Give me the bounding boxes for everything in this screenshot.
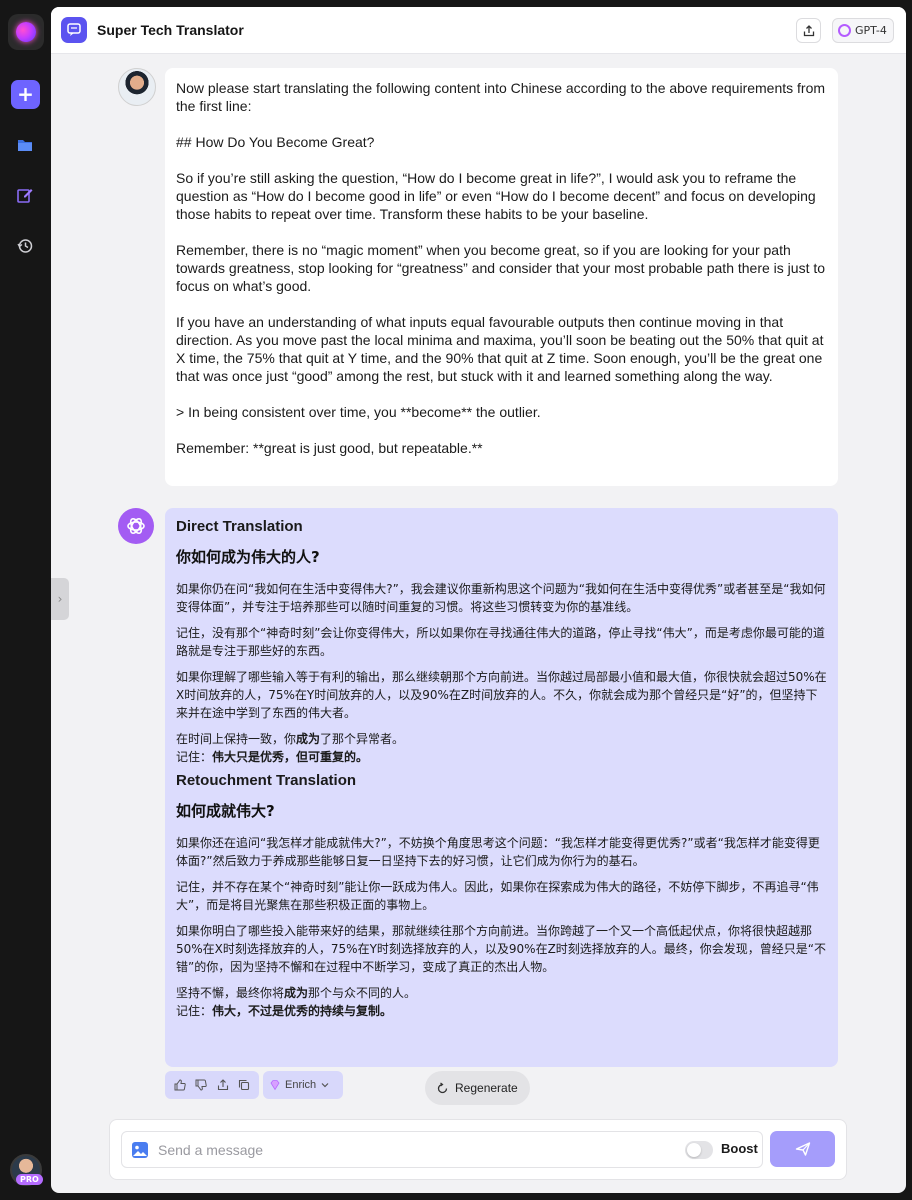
pro-badge: PRO	[16, 1174, 43, 1185]
history-icon	[17, 239, 33, 253]
edit-button[interactable]	[12, 182, 38, 208]
text-span: 那个与众不同的人。	[308, 986, 417, 1000]
folder-icon	[18, 140, 32, 151]
refresh-icon	[437, 1082, 448, 1093]
edit-icon	[17, 189, 33, 203]
top-bar: Super Tech Translator GPT-4	[51, 7, 906, 54]
composer-field: Boost	[121, 1131, 763, 1168]
user-avatar-chat	[118, 68, 156, 106]
ai-avatar	[118, 508, 154, 544]
send-button[interactable]	[770, 1131, 835, 1167]
image-upload-icon[interactable]	[131, 1141, 149, 1159]
user-paragraph: Remember, there is no “magic moment” whe…	[176, 242, 826, 294]
direct-closing: 在时间上保持一致，你成为了那个异常者。 记住：伟大只是优秀，但可重复的。	[176, 730, 828, 766]
message-input[interactable]	[158, 1140, 668, 1160]
user-paragraph: > In being consistent over time, you **b…	[176, 404, 541, 420]
left-rail: + PRO	[0, 0, 50, 1200]
direct-paragraph: 如果你理解了哪些输入等于有利的输出，那么继续朝那个方向前进。当你越过局部最小值和…	[176, 670, 827, 720]
bold-span: 成为	[296, 732, 321, 746]
user-paragraph: ## How Do You Become Great?	[176, 134, 375, 150]
user-paragraph: Remember: **great is just good, but repe…	[176, 440, 483, 456]
thumbs-up-icon[interactable]	[172, 1077, 188, 1093]
share-button[interactable]	[796, 18, 821, 43]
share-icon	[803, 24, 814, 36]
send-icon	[795, 1142, 810, 1156]
user-paragraph: So if you’re still asking the question, …	[176, 170, 816, 222]
ai-message: Direct Translation 你如何成为伟大的人? 如果你仍在问“我如何…	[165, 508, 838, 1067]
bold-span: 成为	[284, 986, 309, 1000]
user-message: Now please start translating the followi…	[165, 68, 838, 486]
chevron-right-icon: ›	[57, 592, 63, 606]
model-selector[interactable]: GPT-4	[832, 18, 894, 43]
plus-icon: +	[17, 82, 34, 106]
retouch-translation-label: Retouchment Translation	[176, 772, 357, 789]
main-panel: Super Tech Translator GPT-4 Now please s…	[51, 7, 906, 1193]
direct-heading: 你如何成为伟大的人?	[176, 548, 320, 566]
retouch-closing: 坚持不懈，最终你将成为那个与众不同的人。 记住：伟大，不过是优秀的持续与复制。	[176, 984, 828, 1020]
regenerate-button[interactable]: Regenerate	[425, 1071, 530, 1105]
bold-span: 伟大只是优秀，但可重复的。	[212, 750, 369, 764]
folder-button[interactable]	[12, 132, 38, 158]
text-span: 在时间上保持一致，你	[176, 732, 297, 746]
user-paragraph: If you have an understanding of what inp…	[176, 314, 824, 384]
retouch-paragraph: 如果你还在追问“我怎样才能成就伟大?”，不妨换个角度思考这个问题：“我怎样才能变…	[176, 836, 820, 868]
model-label: GPT-4	[855, 24, 887, 37]
boost-toggle[interactable]	[685, 1141, 713, 1159]
text-span: 了那个异常者。	[320, 732, 405, 746]
enrich-button[interactable]: Enrich	[263, 1071, 343, 1099]
composer: Boost	[109, 1119, 847, 1180]
openai-logo-icon	[127, 517, 145, 535]
regenerate-label: Regenerate	[455, 1081, 518, 1095]
direct-paragraph: 如果你仍在问“我如何在生活中变得伟大?”，我会建议你重新构思这个问题为“我如何在…	[176, 582, 826, 614]
app-logo[interactable]	[8, 14, 44, 50]
history-button[interactable]	[12, 233, 38, 259]
expand-sidebar-button[interactable]: ›	[51, 578, 69, 620]
text-span: 记住：	[176, 1004, 213, 1018]
text-span: 记住：	[176, 750, 213, 764]
thumbs-down-icon[interactable]	[193, 1077, 209, 1093]
diamond-icon	[270, 1080, 280, 1091]
chat-bubble-icon	[61, 17, 87, 43]
direct-translation-label: Direct Translation	[176, 518, 303, 535]
direct-paragraph: 记住，没有那个“神奇时刻”会让你变得伟大，所以如果你在寻找通往伟大的道路，停止寻…	[176, 626, 825, 658]
text-span: 坚持不懈，最终你将	[176, 986, 285, 1000]
openai-icon	[838, 24, 851, 37]
page-title: Super Tech Translator	[97, 22, 244, 38]
bold-span: 伟大，不过是优秀的持续与复制。	[212, 1004, 393, 1018]
orb-icon	[16, 22, 36, 42]
chevron-down-icon	[321, 1083, 329, 1088]
new-chat-button[interactable]: +	[11, 80, 40, 109]
user-paragraph: Now please start translating the followi…	[176, 80, 826, 114]
retouch-heading: 如何成就伟大?	[176, 802, 275, 820]
boost-label: Boost	[721, 1141, 758, 1156]
share-icon[interactable]	[215, 1077, 231, 1093]
enrich-label: Enrich	[285, 1079, 317, 1091]
chat-area[interactable]: Now please start translating the followi…	[51, 55, 906, 1125]
retouch-paragraph: 如果你明白了哪些投入能带来好的结果，那就继续往那个方向前进。当你跨越了一个又一个…	[176, 924, 827, 974]
retouch-paragraph: 记住，并不存在某个“神奇时刻”能让你一跃成为伟人。因此，如果你在探索成为伟大的路…	[176, 880, 819, 912]
message-actions	[165, 1071, 259, 1099]
copy-icon[interactable]	[236, 1077, 252, 1093]
